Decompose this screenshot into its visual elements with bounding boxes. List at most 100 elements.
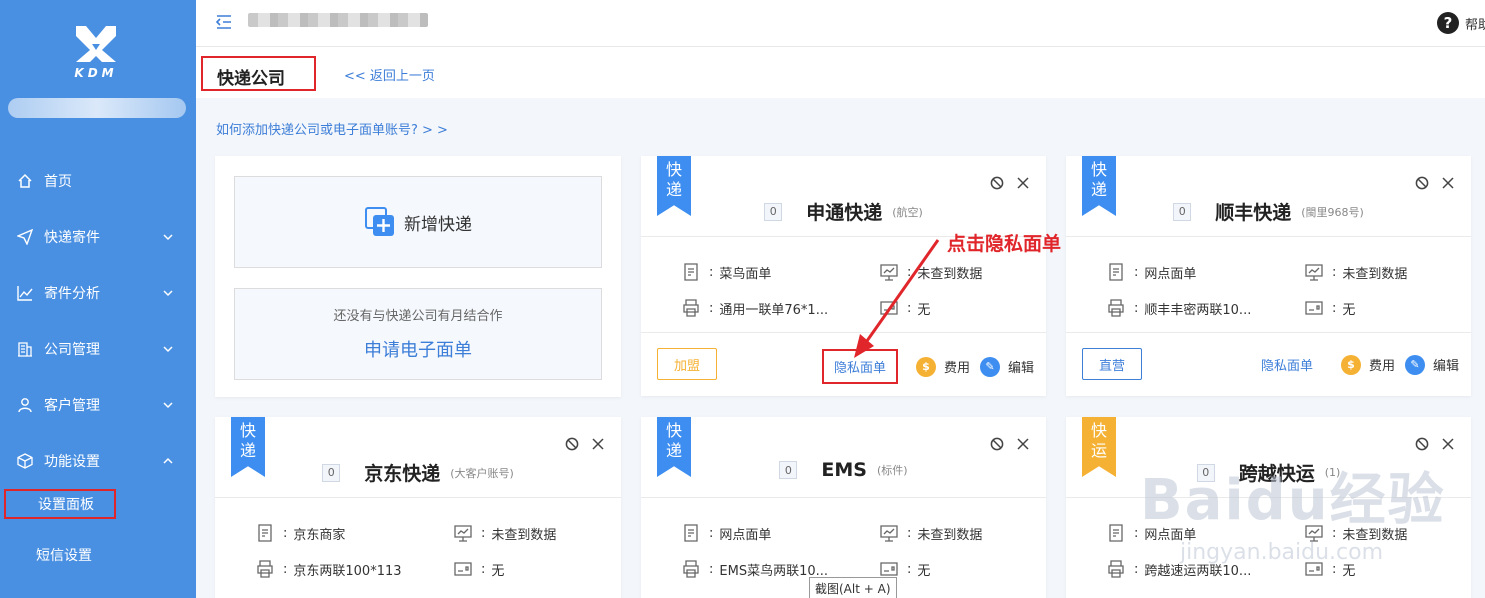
printer-icon [1108, 299, 1124, 317]
privacy-sheet-button[interactable]: 隐私面单 [1251, 349, 1323, 380]
franchise-tag[interactable]: 加盟 [657, 348, 717, 380]
chevron-down-icon [163, 402, 173, 409]
courier-subtitle: (航空) [892, 205, 923, 219]
courier-subtitle: (标件) [876, 464, 908, 477]
courier-card: 快递 0 京东快递 (大客户账号) : 京东商家 : 未查到数据 : 京东两联100*… [215, 417, 621, 598]
account-icon [880, 562, 898, 576]
courier-card: 快递 0 EMS (标件) : 网点面单 : 未查到数据 : EMS菜鸟两联10...… [641, 417, 1046, 598]
logo[interactable]: KDM [60, 24, 132, 90]
stats-icon [454, 525, 472, 542]
chevron-down-icon [163, 346, 173, 353]
sheet-type: 网点面单 [719, 527, 772, 543]
top-bar: ? 帮助 [196, 0, 1485, 47]
send-icon [16, 228, 34, 246]
sidebar-item-send[interactable]: 快递寄件 [0, 209, 196, 265]
waybill-icon [684, 524, 698, 542]
print-template: 顺丰丰密两联10... [1144, 302, 1252, 318]
account-icon [454, 562, 472, 576]
sidebar-item-label: 功能设置 [44, 454, 100, 470]
page-title: 快递公司 [201, 56, 316, 91]
cube-icon [16, 452, 34, 470]
disable-icon[interactable] [1415, 176, 1429, 190]
store-name [248, 13, 428, 27]
account-value: 无 [491, 563, 505, 579]
courier-name: 顺丰快递 [1215, 202, 1292, 224]
disable-icon[interactable] [990, 437, 1004, 451]
chart-icon [16, 284, 34, 302]
print-template: 京东两联100*113 [293, 563, 402, 579]
disable-icon[interactable] [1415, 437, 1429, 451]
add-courier-button[interactable]: 新增快递 [234, 176, 602, 268]
courier-name: EMS [821, 459, 867, 481]
courier-name: 京东快递 [364, 463, 441, 485]
building-icon [16, 340, 34, 358]
back-link[interactable]: << 返回上一页 [344, 65, 435, 84]
annotation-arrow-icon [854, 239, 940, 358]
close-icon[interactable] [1016, 176, 1030, 190]
fee-button[interactable]: $ 费用 [1340, 354, 1395, 375]
close-icon[interactable] [1016, 437, 1030, 451]
apply-box: 还没有与快递公司有月结合作 申请电子面单 [234, 288, 602, 380]
help-button[interactable]: ? 帮助 [1437, 12, 1485, 34]
printer-icon [683, 560, 699, 578]
sidebar-item-company[interactable]: 公司管理 [0, 321, 196, 377]
sidebar-item-label: 客户管理 [44, 398, 100, 414]
apply-eface-link[interactable]: 申请电子面单 [235, 336, 601, 362]
printer-icon [1108, 560, 1124, 578]
waybill-icon [1109, 263, 1123, 281]
sidebar-subitem-panel[interactable]: 设置面板 [4, 489, 116, 519]
direct-tag[interactable]: 直营 [1082, 348, 1142, 380]
watermark: Baidu经验 jingyan.baidu.com [1140, 455, 1460, 585]
logo-text: KDM [74, 66, 118, 80]
printer-icon [683, 299, 699, 317]
logo-icon [76, 26, 116, 62]
edit-button[interactable]: ✎ 编辑 [979, 356, 1034, 377]
print-template: 通用一联单76*1... [719, 302, 829, 318]
close-icon[interactable] [591, 437, 605, 451]
sidebar-item-analysis[interactable]: 寄件分析 [0, 265, 196, 321]
disable-icon[interactable] [565, 437, 579, 451]
chevron-up-icon [163, 457, 173, 464]
watermark-text: Baidu经验 [1140, 468, 1446, 533]
disable-icon[interactable] [990, 176, 1004, 190]
watermark-sub: jingyan.baidu.com [1180, 540, 1384, 565]
help-link[interactable]: 如何添加快递公司或电子面单账号? > > [216, 119, 448, 138]
pencil-icon: ✎ [1404, 354, 1425, 375]
account-value: 无 [917, 563, 931, 579]
sidebar-item-customer[interactable]: 客户管理 [0, 377, 196, 433]
count-badge: 0 [322, 463, 341, 482]
courier-card: 快递 0 顺丰快递 (閩里968号) : 网点面单 : 未查到数据 : 顺丰丰密两联1… [1066, 156, 1471, 396]
apply-note: 还没有与快递公司有月结合作 [333, 309, 503, 324]
chevron-down-icon [163, 234, 173, 241]
stats-value: 未查到数据 [1342, 266, 1408, 282]
account-icon [1305, 301, 1323, 315]
add-courier-card: 新增快递 还没有与快递公司有月结合作 申请电子面单 [215, 156, 621, 397]
pencil-icon: ✎ [979, 356, 1000, 377]
edit-button[interactable]: ✎ 编辑 [1404, 354, 1459, 375]
page-header: 快递公司 << 返回上一页 [196, 48, 1485, 98]
count-badge: 0 [1173, 202, 1192, 221]
sidebar-nav: 首页 快递寄件 寄件分析 公司管理 客户管理 功能设置 设置面板 短信设置 [0, 153, 196, 581]
account-name [8, 98, 186, 118]
home-icon [16, 172, 34, 190]
sidebar-item-home[interactable]: 首页 [0, 153, 196, 209]
close-icon[interactable] [1441, 437, 1455, 451]
sidebar: KDM 首页 快递寄件 寄件分析 公司管理 客户管理 功能设置 设置面板 短信设… [0, 0, 196, 598]
screenshot-tooltip: 截图(Alt + A) [809, 577, 897, 598]
courier-name: 申通快递 [806, 202, 883, 224]
stats-icon [880, 525, 898, 542]
waybill-icon [684, 263, 698, 281]
sidebar-subitem-sms[interactable]: 短信设置 [0, 529, 196, 581]
count-badge: 0 [764, 202, 783, 221]
sheet-type: 京东商家 [293, 527, 346, 543]
annotation-text: 点击隐私面单 [947, 233, 1062, 255]
close-icon[interactable] [1441, 176, 1455, 190]
sidebar-item-label: 快递寄件 [44, 230, 100, 246]
sheet-type: 菜鸟面单 [719, 266, 772, 282]
sidebar-item-settings[interactable]: 功能设置 [0, 433, 196, 489]
stats-value: 未查到数据 [917, 527, 983, 543]
help-icon: ? [1437, 12, 1459, 34]
add-courier-label: 新增快递 [404, 214, 472, 235]
stats-value: 未查到数据 [491, 527, 557, 543]
menu-fold-icon[interactable] [214, 12, 234, 32]
